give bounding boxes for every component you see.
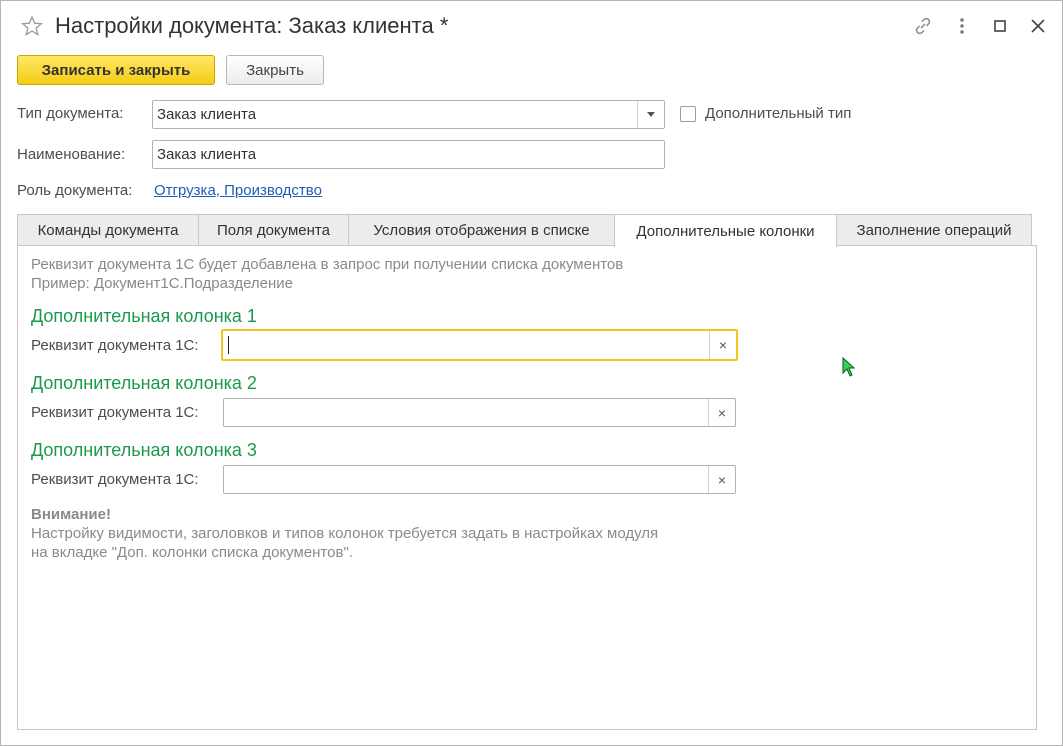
warning-line-2: на вкладке "Доп. колонки списка документ… (31, 544, 353, 561)
clear-icon[interactable]: × (708, 466, 735, 493)
tab-additional-columns[interactable]: Дополнительные колонки (614, 214, 837, 247)
mouse-cursor-icon (842, 356, 856, 377)
column-3-field-label: Реквизит документа 1С: (31, 471, 199, 488)
tab-operations-filling[interactable]: Заполнение операций (836, 214, 1032, 245)
hint-line-1: Реквизит документа 1С будет добавлена в … (31, 256, 624, 273)
name-input[interactable]: Заказ клиента (152, 140, 665, 169)
warning-line-1: Настройку видимости, заголовков и типов … (31, 525, 659, 542)
text-caret (228, 336, 229, 354)
hint-line-2: Пример: Документ1С.Подразделение (31, 275, 294, 292)
tab-document-commands[interactable]: Команды документа (17, 214, 199, 245)
column-3-attribute-input[interactable]: × (223, 465, 736, 494)
role-link[interactable]: Отгрузка, Производство (154, 182, 322, 199)
tab-document-fields[interactable]: Поля документа (198, 214, 349, 245)
name-value: Заказ клиента (157, 146, 257, 163)
column-2-attribute-input[interactable]: × (223, 398, 736, 427)
column-3-title: Дополнительная колонка 3 (31, 440, 257, 460)
additional-type-checkbox[interactable] (680, 106, 696, 122)
close-button[interactable]: Закрыть (226, 55, 324, 85)
doc-type-select[interactable]: Заказ клиента (152, 100, 665, 129)
column-2-field-label: Реквизит документа 1С: (31, 404, 199, 421)
column-2-title: Дополнительная колонка 2 (31, 373, 257, 393)
clear-icon[interactable]: × (708, 399, 735, 426)
chevron-down-icon[interactable] (637, 101, 664, 128)
additional-type-label[interactable]: Дополнительный тип (705, 105, 851, 122)
save-and-close-button[interactable]: Записать и закрыть (17, 55, 215, 85)
warning-title: Внимание! (31, 506, 111, 523)
maximize-icon[interactable] (989, 15, 1011, 37)
window-title: Настройки документа: Заказ клиента * (55, 13, 449, 38)
column-1-field-label: Реквизит документа 1С: (31, 337, 199, 354)
clear-icon[interactable]: × (709, 331, 736, 359)
close-icon[interactable] (1027, 15, 1049, 37)
doc-type-value: Заказ клиента (157, 106, 257, 123)
column-1-title: Дополнительная колонка 1 (31, 306, 257, 326)
link-icon[interactable] (912, 15, 934, 37)
tab-list-display-conditions[interactable]: Условия отображения в списке (348, 214, 615, 245)
name-label: Наименование: (17, 146, 126, 163)
more-icon[interactable] (951, 15, 973, 37)
doc-type-label: Тип документа: (17, 105, 124, 122)
settings-window: Настройки документа: Заказ клиента * Зап… (0, 0, 1063, 746)
role-label: Роль документа: (17, 182, 133, 199)
star-icon[interactable] (21, 15, 43, 37)
column-1-attribute-input[interactable]: × (221, 329, 738, 361)
